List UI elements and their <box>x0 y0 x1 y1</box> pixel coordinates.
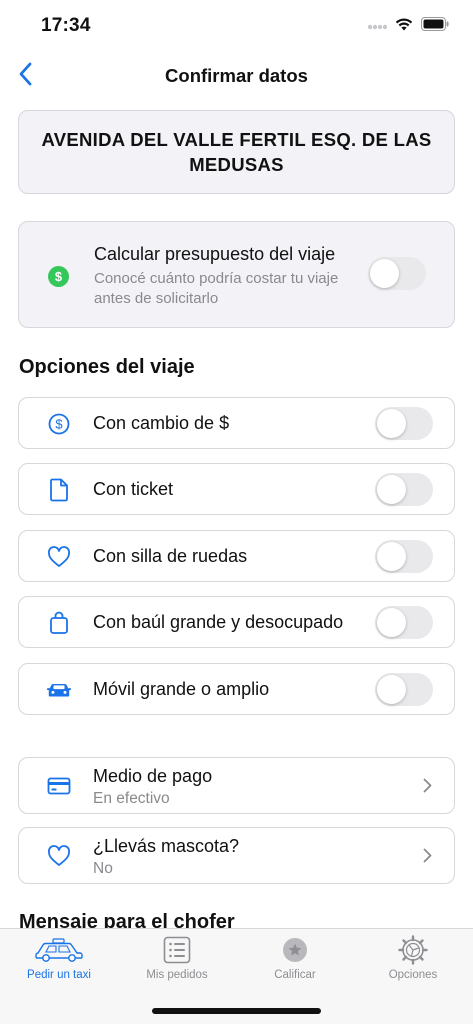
tab-label: Opciones <box>388 969 438 981</box>
wifi-icon <box>395 17 413 36</box>
budget-card: $ Calcular presupuesto del viaje Conocé … <box>18 221 455 328</box>
pet-row[interactable]: ¿Llevás mascota? No <box>18 827 455 884</box>
payment-value: En efectivo <box>93 790 170 807</box>
dollar-circle-icon: $ <box>48 266 69 287</box>
option-toggle-large-car[interactable] <box>375 673 433 706</box>
address-text: AVENIDA DEL VALLE FERTIL ESQ. DE LAS MED… <box>41 129 432 175</box>
toggle-knob <box>377 475 406 504</box>
navigation-bar: Confirmar datos <box>0 52 473 98</box>
chevron-right-icon <box>423 848 432 868</box>
toggle-knob <box>377 542 406 571</box>
heart-icon <box>46 544 72 570</box>
star-circle-icon <box>236 935 354 965</box>
battery-icon <box>421 17 449 36</box>
option-label: Con cambio de $ <box>93 413 230 433</box>
status-time: 17:34 <box>41 15 91 36</box>
option-label: Con silla de ruedas <box>93 546 248 566</box>
pet-value: No <box>93 860 113 877</box>
tab-my-orders[interactable]: Mis pedidos <box>118 929 236 989</box>
budget-toggle[interactable] <box>368 257 426 290</box>
tab-request-taxi[interactable]: Pedir un taxi <box>0 929 118 989</box>
option-row-change: $ Con cambio de $ <box>18 397 455 449</box>
credit-card-icon <box>46 773 72 799</box>
section-title-options: Opciones del viaje <box>19 356 195 378</box>
option-row-large-car: Móvil grande o amplio <box>18 663 455 715</box>
svg-text:$: $ <box>55 417 63 432</box>
tab-label: Pedir un taxi <box>27 969 91 981</box>
gear-icon <box>354 935 472 965</box>
taxi-icon <box>0 935 118 965</box>
option-row-trunk: Con baúl grande y desocupado <box>18 596 455 648</box>
home-indicator <box>152 1008 321 1014</box>
status-icons <box>367 17 449 36</box>
dollar-icon: $ <box>46 411 72 437</box>
heart-icon <box>46 843 72 869</box>
option-toggle-ticket[interactable] <box>375 473 433 506</box>
option-row-ticket: Con ticket <box>18 463 455 515</box>
toggle-knob <box>377 409 406 438</box>
toggle-knob <box>377 608 406 637</box>
option-label: Con baúl grande y desocupado <box>93 612 344 632</box>
tab-label: Mis pedidos <box>146 969 208 981</box>
car-icon <box>46 677 72 703</box>
option-row-wheelchair: Con silla de ruedas <box>18 530 455 582</box>
payment-method-row[interactable]: Medio de pago En efectivo <box>18 757 455 814</box>
tab-label: Calificar <box>274 969 316 981</box>
option-toggle-change[interactable] <box>375 407 433 440</box>
status-bar: 17:34 <box>0 0 473 50</box>
signal-icon <box>367 18 388 36</box>
tab-rate[interactable]: Calificar <box>236 929 354 989</box>
option-toggle-trunk[interactable] <box>375 606 433 639</box>
tab-options[interactable]: Opciones <box>354 929 472 989</box>
budget-title: Calcular presupuesto del viaje <box>94 244 336 264</box>
bag-icon <box>46 610 72 636</box>
option-label: Móvil grande o amplio <box>93 679 270 699</box>
option-toggle-wheelchair[interactable] <box>375 540 433 573</box>
address-card: AVENIDA DEL VALLE FERTIL ESQ. DE LAS MED… <box>18 110 455 194</box>
list-icon <box>118 935 236 965</box>
document-icon <box>46 477 72 503</box>
budget-subtitle: Conocé cuánto podría costar tu viaje ant… <box>94 270 339 307</box>
option-label: Con ticket <box>93 479 174 499</box>
toggle-knob <box>370 259 399 288</box>
toggle-knob <box>377 675 406 704</box>
chevron-right-icon <box>423 778 432 798</box>
payment-label: Medio de pago <box>93 766 213 786</box>
pet-label: ¿Llevás mascota? <box>93 836 240 856</box>
page-title: Confirmar datos <box>165 65 308 86</box>
